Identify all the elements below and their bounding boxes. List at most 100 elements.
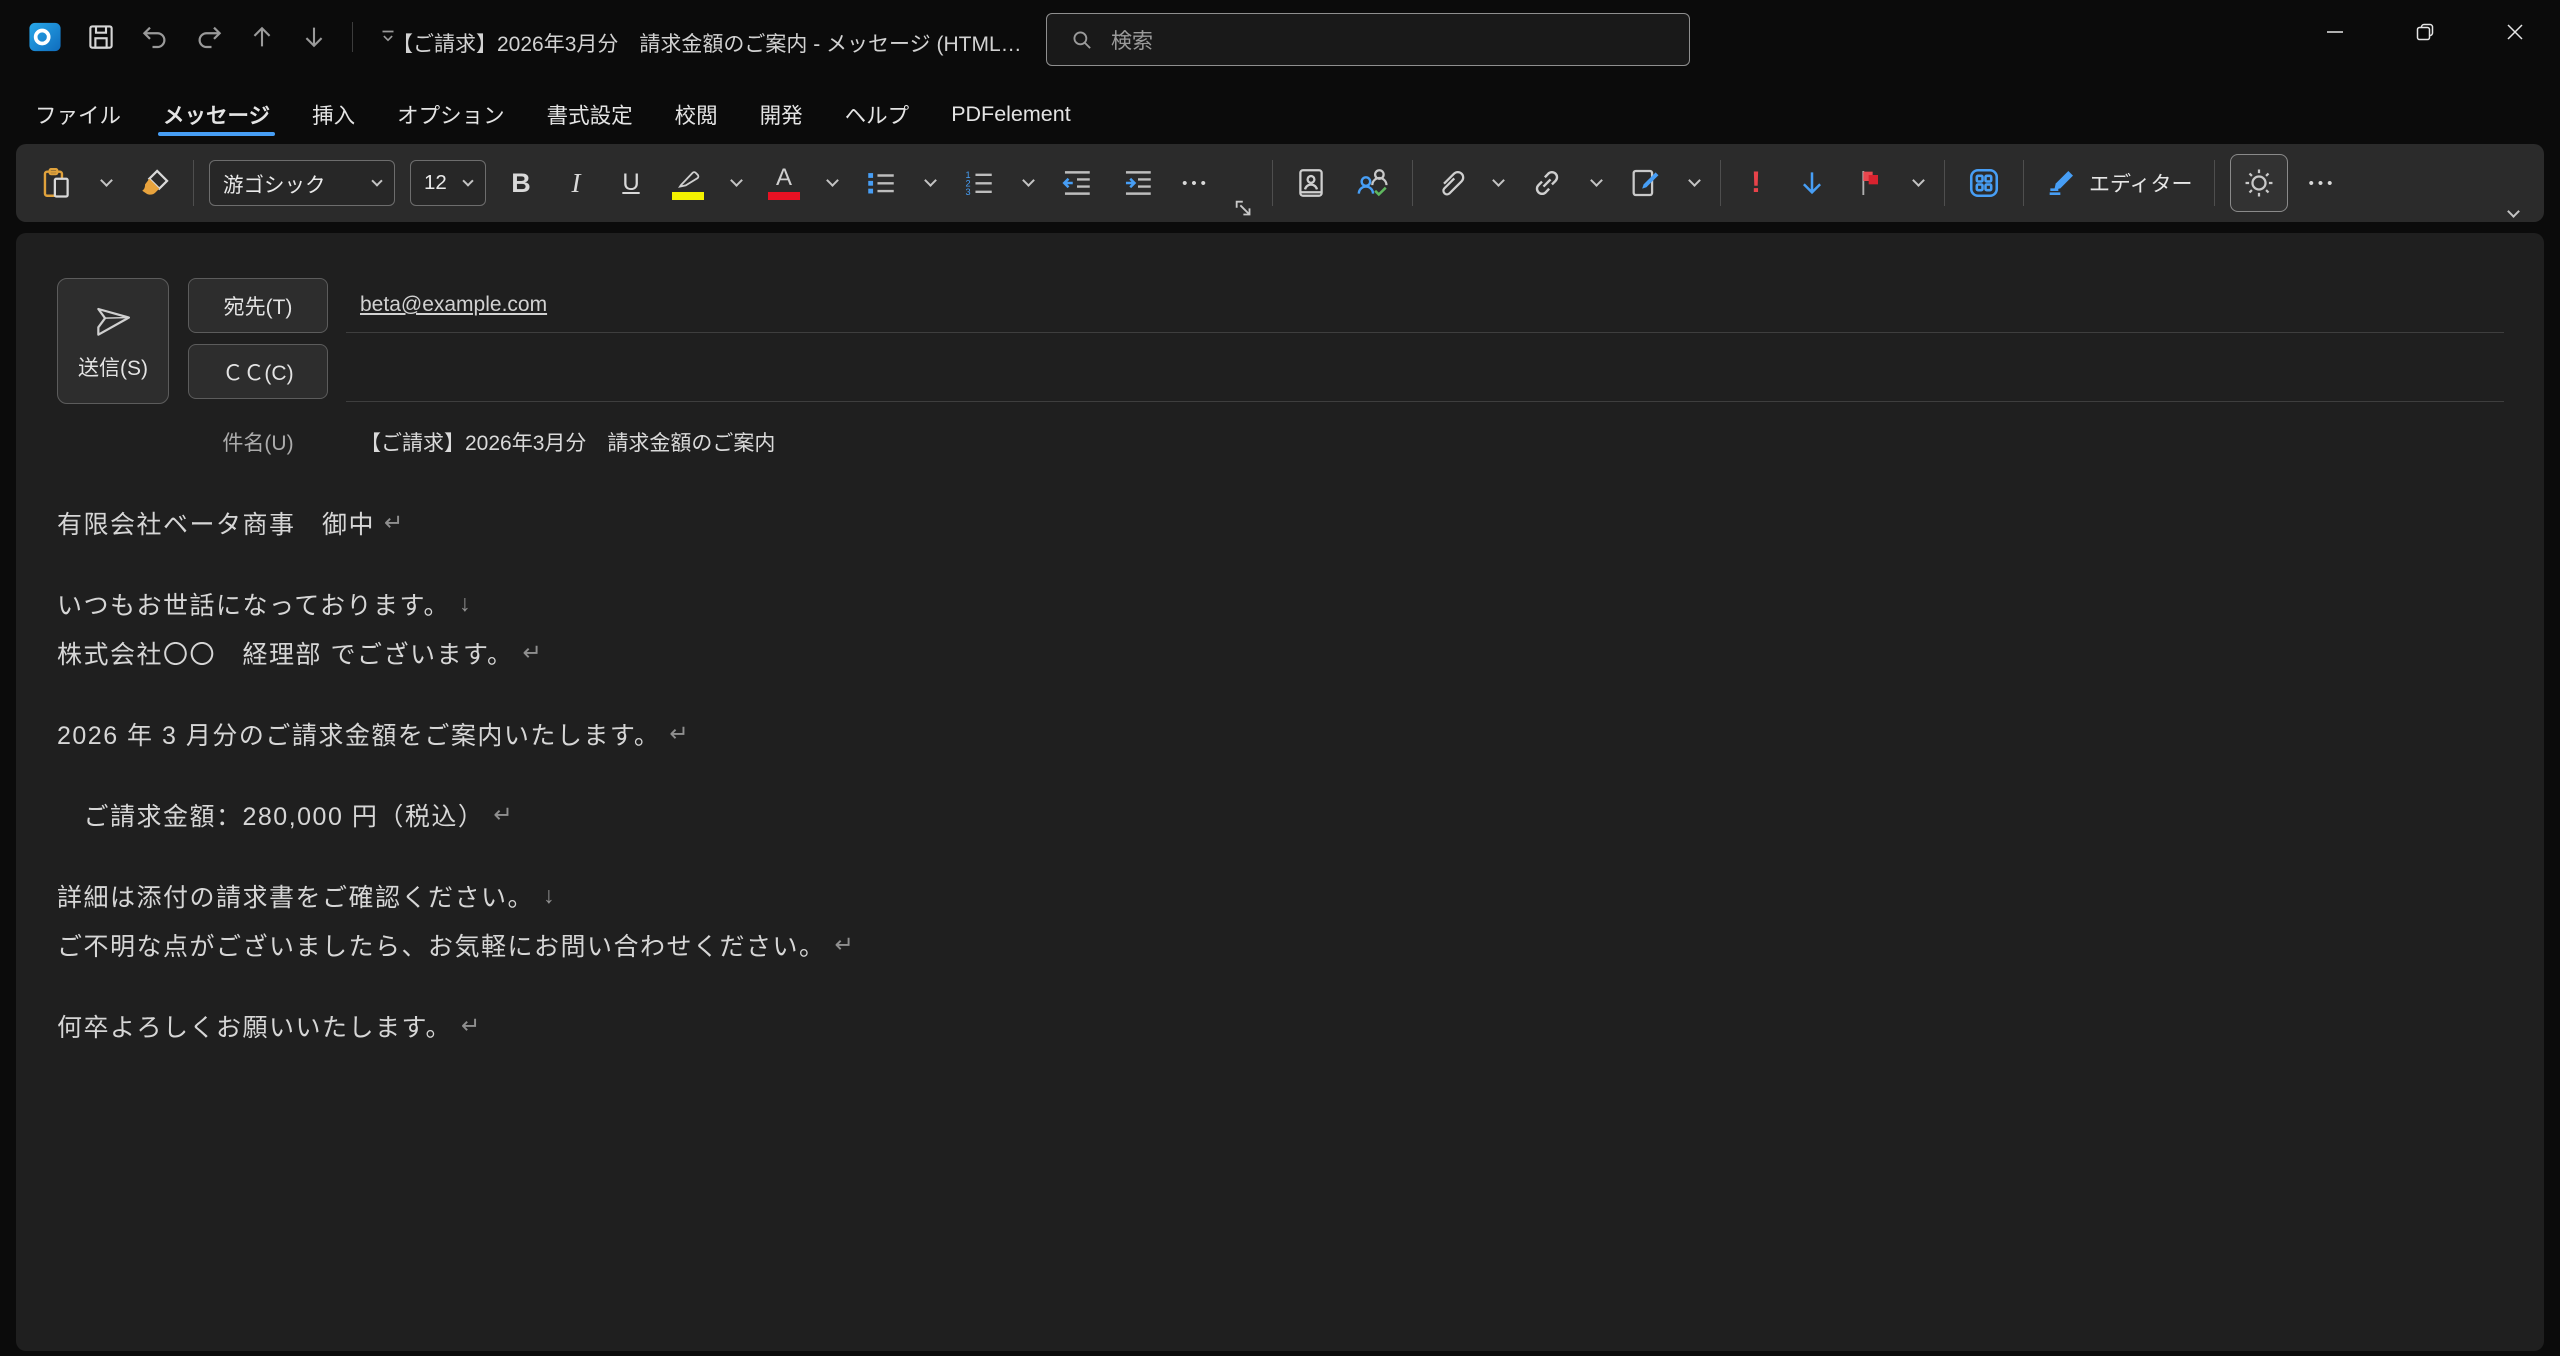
more-formatting-button[interactable]: ••• [1176,159,1216,207]
body-line [57,677,2504,709]
minimize-button[interactable] [2290,0,2380,64]
highlight-color-bar [672,192,704,200]
bullets-button[interactable] [858,159,904,207]
editor-button[interactable]: エディター [2039,166,2199,200]
highlight-dropdown-chevron[interactable] [725,159,747,207]
text-highlight-button[interactable] [666,159,710,207]
format-painter-button[interactable] [132,159,178,207]
to-field[interactable]: beta@example.com [346,278,2504,333]
signature-dropdown-chevron[interactable] [1683,159,1705,207]
chevron-down-icon [1492,174,1505,187]
toolbar-divider [1720,160,1721,206]
chevron-down-icon [1590,174,1603,187]
apps-button[interactable] [1960,159,2008,207]
font-name-select[interactable]: 游ゴシック [209,160,395,206]
tab-options[interactable]: オプション [376,86,526,142]
collapse-ribbon-button[interactable] [2503,203,2524,220]
body-line: 詳細は添付の請求書をご確認ください。↓ [57,871,2504,920]
message-body[interactable]: 有限会社ベータ商事 御中↵ いつもお世話になっております。↓ 株式会社〇〇 経理… [57,498,2504,1341]
decrease-indent-button[interactable] [1054,159,1100,207]
body-line [57,547,2504,579]
bold-button[interactable]: B [501,159,541,207]
line-break-mark: ↓ [459,590,471,617]
qat-separator [352,22,353,52]
chevron-down-icon [1912,174,1925,187]
redo-button[interactable] [194,22,224,52]
tab-format-text[interactable]: 書式設定 [526,86,654,142]
cc-button[interactable]: ＣＣ(C) [188,344,328,399]
highlighter-icon [672,166,704,190]
quick-access-toolbar [28,20,399,54]
chevron-down-icon [1022,174,1035,187]
paste-button[interactable] [34,159,80,207]
send-plane-icon [91,300,135,340]
expand-dialog-icon [1233,198,1255,220]
search-icon [1069,27,1095,53]
window-controls [2290,0,2560,64]
address-book-icon [1294,166,1328,200]
increase-indent-button[interactable] [1115,159,1161,207]
high-importance-button[interactable]: ! [1736,159,1776,207]
body-line: ご不明な点がございましたら、お気軽にお問い合わせください。↵ [57,920,2504,969]
toolbar-divider [1412,160,1413,206]
toolbar-divider [2023,160,2024,206]
low-importance-button[interactable] [1791,159,1833,207]
paste-dropdown-chevron[interactable] [95,159,117,207]
address-book-button[interactable] [1288,159,1334,207]
ribbon-tab-bar: ファイル メッセージ 挿入 オプション 書式設定 校閲 開発 ヘルプ PDFel… [14,86,1092,142]
body-line [57,969,2504,1001]
undo-button[interactable] [140,22,170,52]
flag-dropdown-chevron[interactable] [1907,159,1929,207]
dialog-launcher-button[interactable] [1231,198,1257,220]
send-button[interactable]: 送信(S) [57,278,169,404]
font-color-button[interactable]: A [762,159,806,207]
attach-dropdown-chevron[interactable] [1487,159,1509,207]
tab-help[interactable]: ヘルプ [824,86,931,142]
close-button[interactable] [2470,0,2560,64]
body-line: いつもお世話になっております。↓ [57,579,2504,628]
recipient-address[interactable]: beta@example.com [360,293,547,317]
next-item-button[interactable] [300,23,328,51]
follow-up-flag-button[interactable] [1848,159,1892,207]
tab-developer[interactable]: 開発 [739,86,824,142]
link-button[interactable] [1524,159,1570,207]
toolbar-divider [2214,160,2215,206]
attach-file-button[interactable] [1428,159,1472,207]
italic-button[interactable]: I [556,159,596,207]
numbering-button[interactable]: 123 [956,159,1002,207]
toolbar-overflow-button[interactable]: ••• [2303,159,2343,207]
numbered-list-icon: 123 [962,166,996,200]
font-color-dropdown-chevron[interactable] [821,159,843,207]
outdent-icon [1060,166,1094,200]
tab-file[interactable]: ファイル [14,86,142,142]
subject-label: 件名(U) [188,425,328,459]
save-button[interactable] [86,22,116,52]
tab-insert[interactable]: 挿入 [291,86,376,142]
tab-message[interactable]: メッセージ [142,86,291,142]
underline-button[interactable]: U [611,159,651,207]
subject-field[interactable]: 【ご請求】2026年3月分 請求金額のご案内 [360,425,2504,459]
body-line: 2026 年 3 月分のご請求金額をご案内いたします。↵ [57,709,2504,758]
tab-review[interactable]: 校閲 [654,86,739,142]
signature-icon [1628,166,1662,200]
signature-button[interactable] [1622,159,1668,207]
previous-item-button[interactable] [248,23,276,51]
numbering-dropdown-chevron[interactable] [1017,159,1039,207]
font-size-select[interactable]: 12 [410,160,486,206]
bullets-dropdown-chevron[interactable] [919,159,941,207]
bullet-list-icon [864,166,898,200]
sunlight-toggle-button[interactable] [2230,154,2288,212]
check-names-button[interactable] [1349,159,1397,207]
link-dropdown-chevron[interactable] [1585,159,1607,207]
body-line: ご請求金額：280,000 円（税込）↵ [57,790,2504,839]
restore-button[interactable] [2380,0,2470,64]
outlook-logo-icon [28,20,62,54]
tab-pdfelement[interactable]: PDFelement [930,86,1092,142]
editor-pen-icon [2045,167,2077,199]
low-importance-arrow-icon [1797,167,1827,199]
cc-field[interactable] [346,344,2504,402]
chevron-down-icon [730,174,743,187]
svg-text:3: 3 [966,187,971,197]
to-button[interactable]: 宛先(T) [188,278,328,333]
search-box[interactable]: 検索 [1046,13,1690,66]
